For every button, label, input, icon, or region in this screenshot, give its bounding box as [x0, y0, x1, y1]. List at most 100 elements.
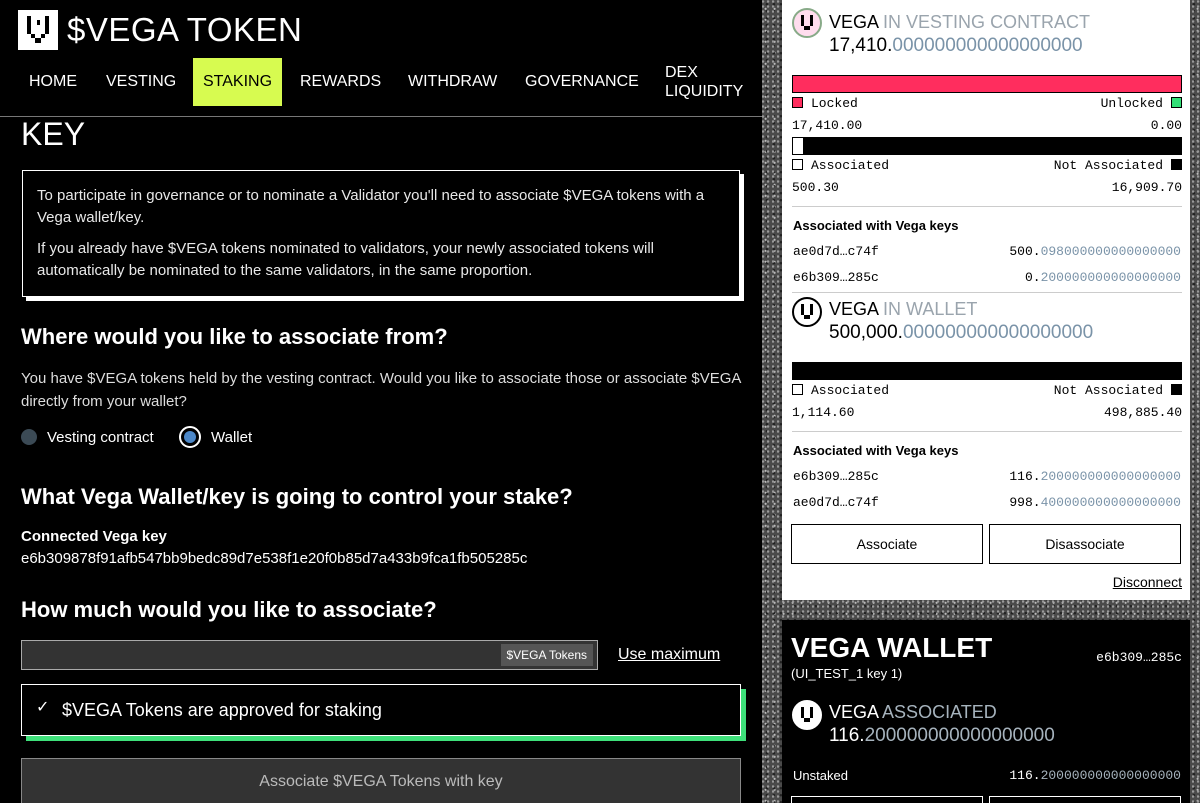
key-id: ae0d7d…c74f [793, 495, 879, 510]
wallet-section-title: VEGA IN WALLET [829, 299, 977, 320]
not-associated-swatch [1171, 384, 1182, 395]
amount-integer: 116. [829, 725, 865, 746]
divider [792, 431, 1182, 432]
use-maximum-link[interactable]: Use maximum [618, 646, 720, 664]
key-amount-dec: 098000000000000000 [1040, 244, 1181, 259]
section-suffix: ASSOCIATED [882, 702, 997, 722]
associated-value: 1,114.60 [792, 405, 855, 420]
vesting-section-title: VEGA IN VESTING CONTRACT [829, 12, 1090, 33]
section-suffix: IN VESTING CONTRACT [883, 12, 1091, 32]
associated-section-title: VEGA ASSOCIATED [829, 702, 997, 723]
not-associated-swatch [1171, 159, 1182, 170]
vega-wallet-panel: VEGA WALLET e6b309…285c (UI_TEST_1 key 1… [782, 620, 1190, 803]
approved-notice: ✓ $VEGA Tokens are approved for staking [21, 684, 741, 736]
unstaked-int: 116. [1009, 768, 1041, 783]
radio-label: Wallet [211, 428, 253, 446]
not-associated-label: Not Associated [1053, 158, 1163, 173]
wallet-action-button[interactable] [791, 796, 983, 803]
divider [792, 292, 1182, 293]
key-id: e6b309…285c [793, 469, 879, 484]
token-name: VEGA [829, 12, 879, 32]
vega-token-icon [792, 8, 822, 38]
nav-vesting[interactable]: VESTING [96, 58, 186, 106]
connected-key-label: Connected Vega key [21, 528, 167, 545]
locked-swatch [792, 97, 803, 108]
associated-bar-fill [792, 362, 794, 380]
unlocked-swatch [1171, 97, 1182, 108]
vega-wallet-key-name: (UI_TEST_1 key 1) [791, 666, 903, 681]
section-suffix: IN WALLET [883, 299, 978, 319]
radio-vesting-contract[interactable]: Vesting contract [21, 426, 154, 448]
amount-integer: 17,410. [829, 35, 893, 56]
key-amount-dec: 200000000000000000 [1040, 469, 1181, 484]
key-id: e6b309…285c [793, 270, 879, 285]
nav-governance[interactable]: GOVERNANCE [515, 58, 649, 106]
vega-wallet-title: VEGA WALLET [791, 632, 993, 663]
key-id: ae0d7d…c74f [793, 244, 879, 259]
nav-dex-liquidity[interactable]: DEX LIQUIDITY [655, 58, 755, 106]
info-text: To participate in governance or to nomin… [37, 187, 705, 226]
disconnect-link[interactable]: Disconnect [1113, 574, 1182, 590]
token-name: VEGA [829, 299, 879, 319]
locked-bar-fill [793, 76, 1181, 92]
locked-value: 17,410.00 [792, 118, 863, 133]
not-associated-value: 498,885.40 [1103, 405, 1182, 420]
check-icon: ✓ [36, 699, 50, 716]
associated-total: 116.200000000000000000 [829, 725, 1055, 747]
radio-selected-icon [179, 426, 201, 448]
key-amount-dec: 200000000000000000 [1040, 270, 1181, 285]
info-callout: To participate in governance or to nomin… [22, 170, 740, 297]
not-associated-label: Not Associated [1053, 383, 1163, 398]
wallet-associated-bar [792, 362, 1182, 380]
vega-logo[interactable] [18, 10, 58, 50]
associated-swatch [792, 384, 803, 395]
brand-title: $VEGA TOKEN [67, 11, 303, 48]
amount-decimals: 000000000000000000 [902, 322, 1094, 343]
wallet-total: 500,000.000000000000000000 [829, 322, 1093, 344]
unstaked-row: Unstaked 116.200000000000000000 [793, 768, 1181, 783]
vega-logo-icon [27, 16, 49, 43]
disassociate-button[interactable]: Disassociate [989, 524, 1181, 564]
locked-label: Locked [811, 96, 858, 111]
divider [792, 206, 1182, 207]
associated-bar-fill [792, 137, 804, 155]
unstaked-label: Unstaked [793, 768, 848, 783]
vesting-total: 17,410.000000000000000000 [829, 35, 1083, 57]
amount-decimals: 200000000000000000 [864, 725, 1055, 746]
associated-label: Associated [811, 158, 890, 173]
associate-from-heading: Where would you like to associate from? [21, 324, 448, 349]
info-text: If you already have $VEGA tokens nominat… [37, 240, 654, 279]
nav-home[interactable]: HOME [19, 58, 87, 106]
vesting-keys-heading: Associated with Vega keys [793, 218, 959, 233]
associated-label: Associated [811, 383, 890, 398]
unstaked-dec: 200000000000000000 [1040, 768, 1181, 783]
locked-unlocked-bar [792, 75, 1182, 93]
page-title: KEY [21, 116, 86, 152]
amount-heading: How much would you like to associate? [21, 597, 437, 622]
amount-input[interactable] [22, 641, 502, 669]
unlocked-label: Unlocked [1100, 96, 1163, 111]
associate-button[interactable]: Associate [791, 524, 983, 564]
radio-unselected-icon [21, 429, 37, 445]
nav-rewards[interactable]: REWARDS [290, 58, 391, 106]
amount-field[interactable]: $VEGA Tokens [21, 640, 598, 670]
not-associated-value: 16,909.70 [1111, 180, 1182, 195]
vega-wallet-key[interactable]: e6b309…285c [1096, 650, 1182, 665]
associate-tokens-button[interactable]: Associate $VEGA Tokens with key [21, 758, 741, 803]
staking-page: $VEGA TOKEN HOME VESTING STAKING REWARDS… [0, 0, 762, 803]
vesting-associated-bar [792, 137, 1182, 155]
wallet-keys-heading: Associated with Vega keys [793, 443, 959, 458]
connected-key-value: e6b309878f91afb547bb9bedc89d7e538f1e20f0… [21, 550, 528, 567]
radio-wallet[interactable]: Wallet [179, 426, 252, 448]
wallet-action-button[interactable] [989, 796, 1181, 803]
associated-value: 500.30 [792, 180, 839, 195]
nav-withdraw[interactable]: WITHDRAW [398, 58, 507, 106]
key-amount-int: 500. [1009, 244, 1041, 259]
token-balances-panel: VEGA IN VESTING CONTRACT 17,410.00000000… [782, 0, 1190, 600]
key-amount-dec: 400000000000000000 [1040, 495, 1181, 510]
amount-decimals: 000000000000000000 [892, 35, 1083, 56]
token-name: VEGA [829, 702, 879, 722]
app-header: $VEGA TOKEN HOME VESTING STAKING REWARDS… [0, 0, 762, 117]
associate-from-text: You have $VEGA tokens held by the vestin… [21, 370, 741, 410]
nav-staking[interactable]: STAKING [193, 58, 283, 106]
